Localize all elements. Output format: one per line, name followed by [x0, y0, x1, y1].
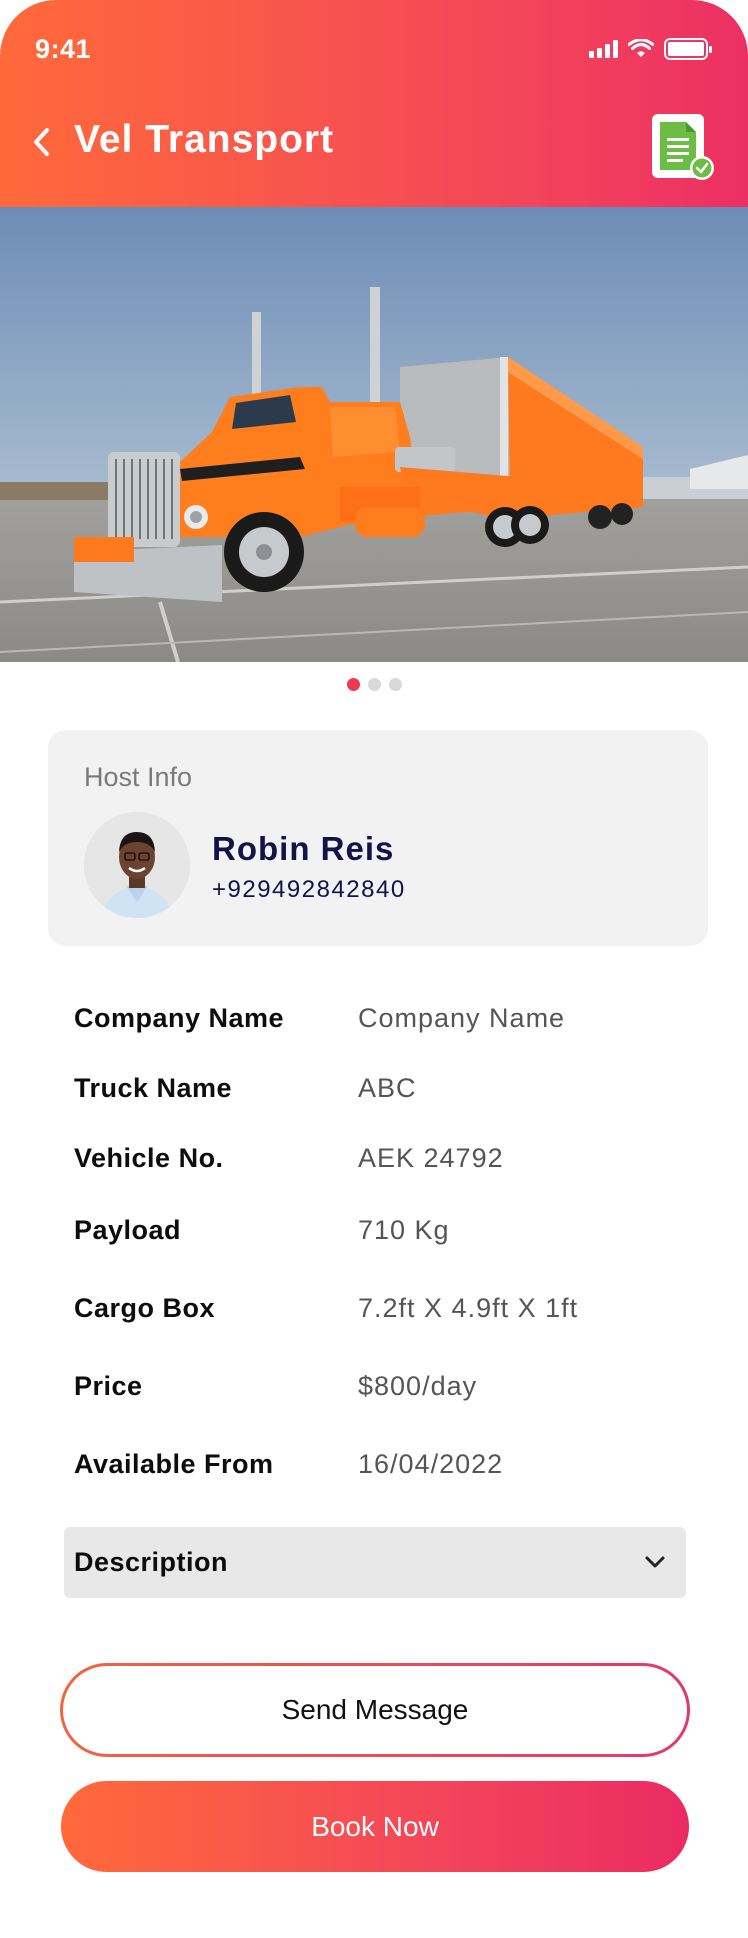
back-button[interactable]: [26, 124, 56, 160]
header: 9:41 Vel Transport: [0, 0, 748, 207]
status-icons: [589, 38, 712, 60]
detail-value: Company Name: [358, 1003, 566, 1033]
host-name: Robin Reis: [212, 830, 395, 867]
carousel-dot[interactable]: [388, 678, 402, 691]
detail-row-cargo-box: Cargo Box 7.2ft X 4.9ft X 1ft: [74, 1293, 694, 1333]
detail-row-available-from: Available From 16/04/2022: [74, 1449, 694, 1489]
chevron-left-icon: [34, 128, 49, 156]
detail-row-vehicle-no: Vehicle No. AEK 24792: [74, 1143, 694, 1183]
detail-label: Payload: [74, 1215, 182, 1245]
status-time: 9:41: [35, 34, 92, 64]
carousel-indicator: [0, 678, 748, 691]
description-dropdown[interactable]: Description: [64, 1527, 686, 1598]
detail-row-payload: Payload 710 Kg: [74, 1215, 694, 1255]
chevron-down-icon: [645, 1556, 665, 1568]
app-screen: 9:41 Vel Transport Host Info Robin Reis …: [0, 0, 748, 1938]
page-title: Vel Transport: [74, 118, 335, 161]
carousel-dot-active[interactable]: [346, 678, 360, 691]
signal-icon: [589, 40, 618, 58]
host-info-label: Host Info: [84, 762, 193, 792]
send-message-button[interactable]: Send Message: [60, 1663, 690, 1757]
detail-value: 7.2ft X 4.9ft X 1ft: [358, 1293, 579, 1323]
detail-value: ABC: [358, 1073, 417, 1103]
detail-row-truck-name: Truck Name ABC: [74, 1073, 694, 1113]
detail-row-company-name: Company Name Company Name: [74, 1003, 694, 1043]
detail-value: AEK 24792: [358, 1143, 504, 1173]
detail-value: 16/04/2022: [358, 1449, 504, 1479]
detail-label: Available From: [74, 1449, 274, 1479]
avatar[interactable]: [84, 812, 190, 918]
document-check-icon: [652, 114, 714, 180]
carousel-dot[interactable]: [367, 678, 381, 691]
detail-value: 710 Kg: [358, 1215, 450, 1245]
detail-row-price: Price $800/day: [74, 1371, 694, 1411]
detail-label: Truck Name: [74, 1073, 233, 1103]
book-now-button[interactable]: Book Now: [61, 1781, 689, 1872]
host-info-card: Host Info Robin Reis +929492842840: [48, 730, 708, 946]
detail-label: Price: [74, 1371, 143, 1401]
truck-image: [0, 207, 748, 662]
host-phone[interactable]: +929492842840: [212, 876, 406, 904]
send-message-label: Send Message: [63, 1666, 687, 1754]
wifi-icon: [628, 39, 654, 57]
detail-label: Vehicle No.: [74, 1143, 224, 1173]
detail-label: Cargo Box: [74, 1293, 216, 1323]
detail-value: $800/day: [358, 1371, 478, 1401]
person-avatar-icon: [84, 812, 190, 918]
detail-label: Company Name: [74, 1003, 285, 1033]
battery-icon: [664, 38, 712, 60]
truck-photo[interactable]: [0, 207, 748, 662]
document-button[interactable]: [650, 112, 716, 182]
description-label: Description: [74, 1547, 229, 1577]
